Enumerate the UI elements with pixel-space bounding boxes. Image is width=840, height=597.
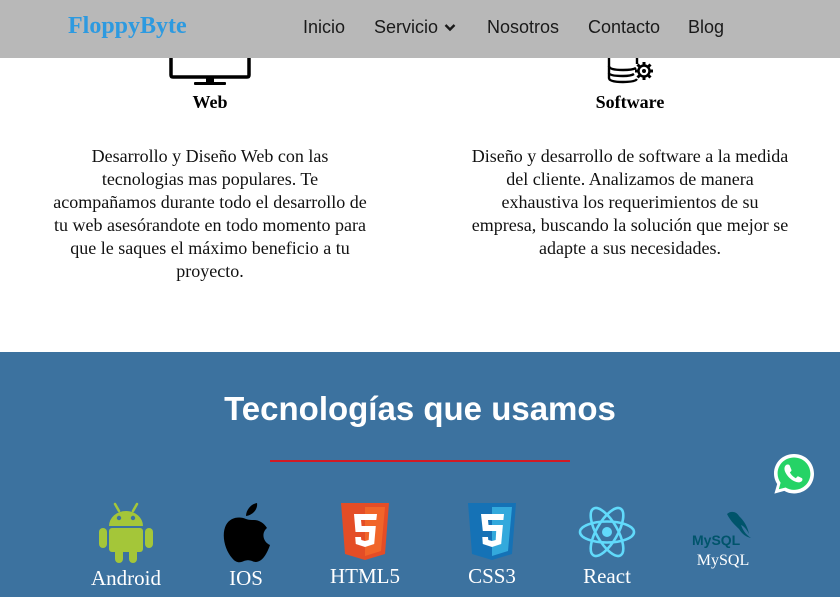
text-line: adapte a sus necesidades. [539, 238, 721, 258]
brand-logo[interactable]: FloppyByte [68, 13, 187, 40]
text-line: Desarrollo y Diseño Web con las [91, 146, 329, 166]
database-gear-icon [607, 58, 657, 89]
tech-label: HTML5 [330, 564, 400, 588]
text-line: empresa, buscando la solución que mejor … [471, 215, 789, 235]
chevron-down-icon [444, 16, 456, 37]
tech-item-android: Android [86, 502, 166, 591]
tech-item-css3: CSS3 [452, 502, 532, 589]
navbar: FloppyByte Inicio Servicio Nosotros Cont… [0, 0, 840, 58]
text-line: proyecto. [176, 261, 244, 281]
mysql-icon: MySQL [692, 511, 751, 548]
nav-item-contacto[interactable]: Contacto [588, 17, 660, 38]
apple-icon [223, 503, 270, 563]
nav-item-nosotros[interactable]: Nosotros [487, 17, 559, 38]
nav-item-inicio[interactable]: Inicio [303, 17, 345, 38]
whatsapp-icon [774, 454, 814, 494]
text-line: tu web asesórandote en todo momento para [54, 215, 366, 235]
section-title: Tecnologías que usamos [224, 390, 616, 427]
tech-item-react: React [567, 502, 647, 589]
nav-item-blog[interactable]: Blog [688, 17, 724, 38]
android-icon [99, 502, 153, 563]
service-title: Web [192, 92, 228, 112]
tech-label: IOS [229, 566, 263, 590]
tech-label: CSS3 [468, 564, 516, 588]
react-icon [578, 506, 636, 558]
nav-item-servicio-label: Servicio [374, 17, 439, 37]
tech-item-ios: IOS [206, 502, 286, 591]
tech-item-mysql: MySQL MySQL [683, 510, 763, 570]
text-line: Diseño y desarrollo de software a la med… [471, 146, 789, 166]
text-line: que le saques el máximo beneficio a tu [70, 238, 350, 258]
css3-icon [468, 503, 516, 560]
technologies-section: Tecnologías que usamos Android IOS HTML5… [0, 352, 840, 597]
html5-icon [341, 503, 389, 560]
text-line: tecnologias mas populares. Te [101, 169, 319, 189]
service-description: Desarrollo y Diseño Web con las tecnolog… [10, 145, 410, 283]
whatsapp-button[interactable] [772, 452, 816, 496]
svg-text:MySQL: MySQL [692, 532, 741, 548]
service-title: Software [595, 92, 665, 112]
tech-label: MySQL [696, 552, 750, 569]
text-line: acompañamos durante todo el desarrollo d… [53, 192, 367, 212]
title-divider [270, 460, 570, 462]
nav-item-servicio[interactable]: Servicio [374, 17, 456, 38]
tech-label: React [583, 564, 631, 588]
service-description: Diseño y desarrollo de software a la med… [430, 145, 830, 260]
tech-label: Android [91, 566, 161, 590]
tech-item-html5: HTML5 [325, 502, 405, 589]
monitor-icon [168, 58, 252, 91]
text-line: exhaustiva los requerimientos de su [501, 192, 759, 212]
text-line: del cliente. Analizamos de manera [506, 169, 754, 189]
